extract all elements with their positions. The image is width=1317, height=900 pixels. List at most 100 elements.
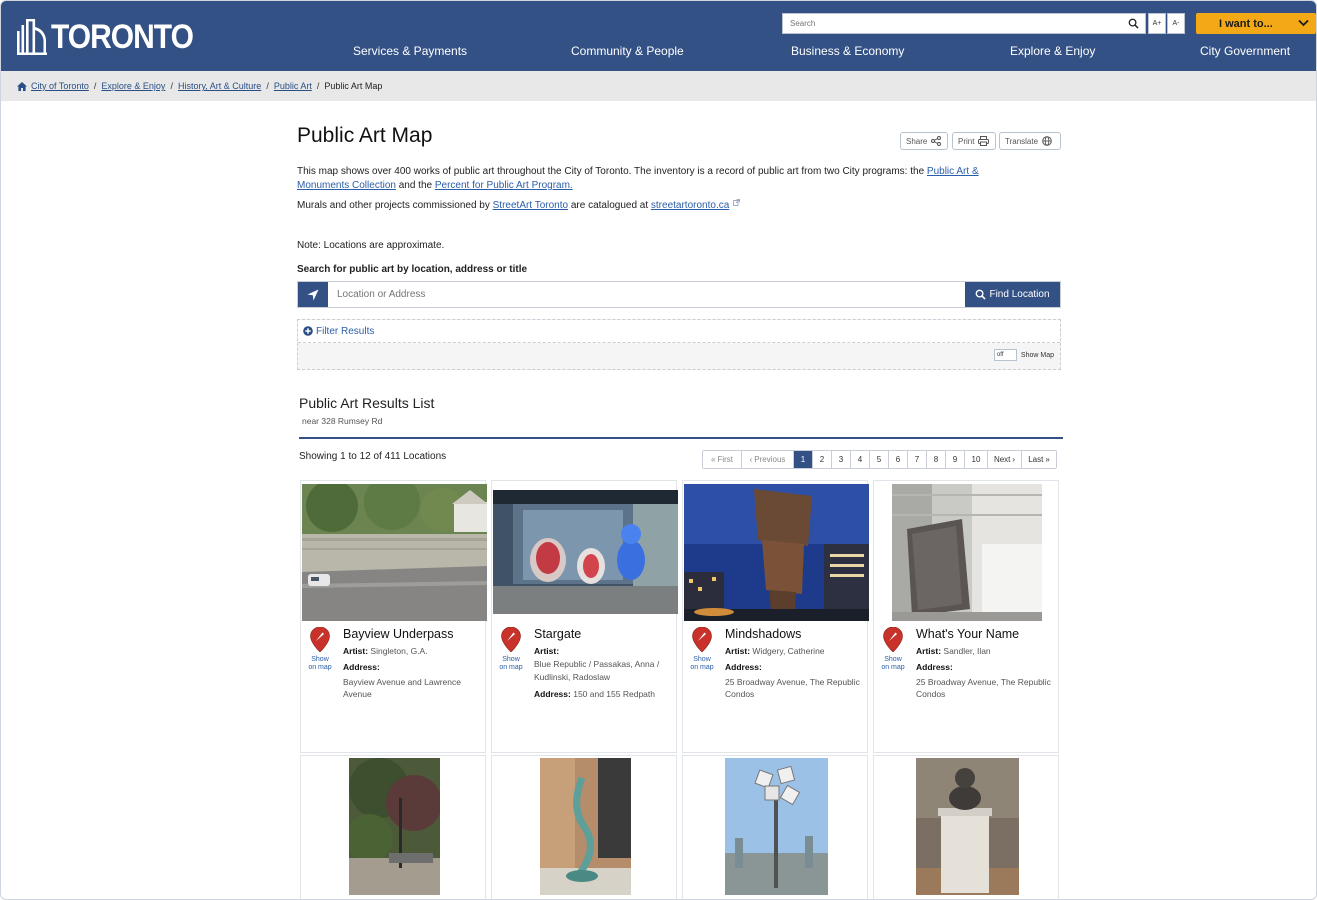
nav-business-economy[interactable]: Business & Economy [791, 44, 904, 58]
art-photo[interactable] [916, 758, 1019, 895]
breadcrumb-history-art-culture[interactable]: History, Art & Culture [178, 81, 261, 91]
artist-label: Artist: [534, 646, 560, 656]
show-on-map-button[interactable]: Show on map [497, 626, 525, 671]
double-chevron-left-icon: « [710, 455, 716, 464]
streetartoronto-ca-link[interactable]: streetartoronto.ca [651, 200, 729, 211]
chevron-left-icon: ‹ [749, 455, 753, 464]
pager-first[interactable]: «First [703, 451, 742, 468]
art-card[interactable]: Show on map Mindshadows Artist: Widgery,… [682, 480, 869, 753]
art-photo[interactable] [540, 758, 631, 895]
results-near: near 328 Rumsey Rd [302, 416, 383, 426]
show-on-map-button[interactable]: Show on map [306, 626, 334, 671]
note-text: Note: Locations are approximate. [297, 240, 445, 251]
search-icon[interactable] [1128, 18, 1139, 29]
pager-page[interactable]: 4 [851, 451, 870, 468]
results-title: Public Art Results List [299, 395, 435, 411]
nav-city-government[interactable]: City Government [1200, 44, 1290, 58]
nav-services-payments[interactable]: Services & Payments [353, 44, 467, 58]
share-button[interactable]: Share [900, 132, 948, 150]
breadcrumb-explore-enjoy[interactable]: Explore & Enjoy [101, 81, 165, 91]
search-label: Search for public art by location, addre… [297, 264, 528, 275]
site-search[interactable] [782, 13, 1146, 34]
pager-previous[interactable]: ‹ Previous [742, 451, 794, 468]
on-map-label: on map [690, 664, 714, 671]
art-title[interactable]: What's Your Name [916, 627, 1019, 641]
art-title[interactable]: Mindshadows [725, 627, 801, 641]
location-input[interactable] [328, 282, 965, 307]
city-hall-logo-icon [17, 19, 47, 55]
breadcrumb-public-art[interactable]: Public Art [274, 81, 312, 91]
breadcrumb-separator: / [93, 81, 97, 91]
art-photo[interactable] [302, 484, 487, 621]
art-card[interactable] [873, 755, 1059, 899]
breadcrumb-bar: City of Toronto / Explore & Enjoy / Hist… [1, 71, 1316, 101]
home-icon[interactable] [17, 81, 27, 91]
filter-results-toggle[interactable]: Filter Results [298, 320, 1060, 343]
address-label: Address: [725, 662, 762, 672]
share-icon [931, 136, 942, 146]
pager-page[interactable]: 3 [832, 451, 851, 468]
find-location-button[interactable]: Find Location [965, 282, 1060, 307]
print-button[interactable]: Print [952, 132, 996, 150]
print-label: Print [958, 136, 975, 146]
art-title[interactable]: Bayview Underpass [343, 627, 453, 641]
art-card[interactable] [682, 755, 868, 899]
art-address: Address: 150 and 155 Redpath [534, 688, 674, 700]
streetart-toronto-link[interactable]: StreetArt Toronto [493, 200, 568, 211]
intro-text: This map shows over 400 works of public … [297, 166, 927, 177]
art-photo[interactable] [892, 484, 1042, 621]
art-card[interactable] [300, 755, 486, 899]
artist-value: Widgery, Catherine [752, 646, 825, 656]
pager-page[interactable]: 7 [908, 451, 927, 468]
use-my-location-button[interactable] [298, 282, 328, 307]
pager-next[interactable]: Next › [988, 451, 1022, 468]
artist-label: Artist: [343, 646, 369, 656]
breadcrumb-city-of-toronto[interactable]: City of Toronto [31, 81, 89, 91]
map-marker-icon [501, 626, 521, 653]
filter-results-label: Filter Results [316, 325, 375, 337]
nav-explore-enjoy[interactable]: Explore & Enjoy [1010, 44, 1095, 58]
address-value: Bayview Avenue and Lawrence Avenue [343, 677, 461, 699]
pager-page[interactable]: 1 [794, 451, 813, 468]
font-increase-button[interactable]: A+ [1148, 13, 1166, 34]
art-title[interactable]: Stargate [534, 627, 581, 641]
art-photo[interactable] [493, 490, 678, 614]
show-on-map-button[interactable]: Show on map [688, 626, 716, 671]
translate-button[interactable]: Translate [999, 132, 1061, 150]
show-on-map-button[interactable]: Show on map [879, 626, 907, 671]
toronto-logo[interactable]: TORONTO [17, 15, 194, 57]
filter-panel: Filter Results off Show Map [297, 319, 1061, 370]
show-map-toggle[interactable]: off [993, 349, 1017, 361]
art-photo[interactable] [349, 758, 440, 895]
art-artist: Artist: Widgery, Catherine [725, 645, 863, 658]
pager-page[interactable]: 8 [927, 451, 946, 468]
site-search-input[interactable] [783, 19, 1123, 28]
pager-last[interactable]: Last» [1022, 451, 1056, 468]
art-artist: Artist: Sandler, Ilan [916, 645, 1054, 658]
art-photo[interactable] [725, 758, 828, 895]
on-map-label: on map [499, 664, 523, 671]
pager-page[interactable]: 5 [870, 451, 889, 468]
location-search: Find Location [297, 281, 1061, 308]
art-photo[interactable] [684, 484, 869, 621]
art-card[interactable]: Show on map Bayview Underpass Artist: Si… [300, 480, 487, 753]
nav-community-people[interactable]: Community & People [571, 44, 684, 58]
pager-page[interactable]: 10 [965, 451, 988, 468]
pager-page[interactable]: 9 [946, 451, 965, 468]
share-label: Share [906, 136, 928, 146]
breadcrumb-separator: / [170, 81, 173, 91]
pager-page[interactable]: 6 [889, 451, 908, 468]
art-card[interactable]: Show on map Stargate Artist: Blue Republi… [491, 480, 678, 753]
plus-circle-icon [303, 326, 313, 336]
map-marker-icon [692, 626, 712, 653]
art-card[interactable] [491, 755, 677, 899]
percent-for-public-art-link[interactable]: Percent for Public Art Program. [435, 180, 573, 191]
font-decrease-button[interactable]: A- [1167, 13, 1185, 34]
breadcrumb-separator: / [266, 81, 269, 91]
pager-previous-label: Previous [754, 455, 786, 464]
art-artist: Artist: Blue Republic / Passakas, Anna / … [534, 645, 672, 684]
i-want-to-dropdown[interactable]: I want to... [1196, 13, 1316, 34]
logo-wordmark: TORONTO [51, 18, 194, 57]
art-card[interactable]: Show on map What's Your Name Artist: San… [873, 480, 1059, 753]
pager-page[interactable]: 2 [813, 451, 832, 468]
